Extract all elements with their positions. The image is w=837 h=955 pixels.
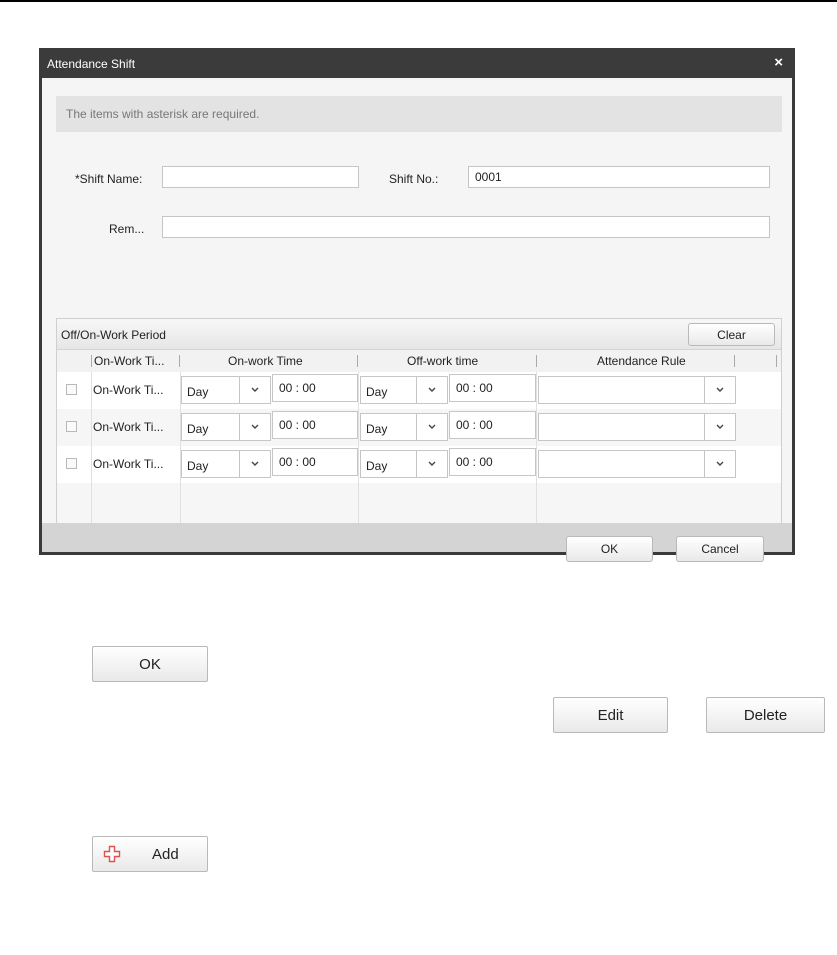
- work-period-header: Off/On-Work Period Clear: [57, 319, 781, 350]
- on-day-select[interactable]: Day: [181, 376, 271, 404]
- dialog-ok-button[interactable]: OK: [566, 536, 653, 562]
- shift-no-input[interactable]: [468, 166, 770, 188]
- chevron-down-icon[interactable]: [704, 451, 735, 477]
- chevron-down-icon[interactable]: [239, 451, 270, 477]
- off-time-input[interactable]: 00 : 00: [449, 411, 536, 439]
- row-name: On-Work Ti...: [93, 383, 164, 397]
- dialog-body: The items with asterisk are required. *S…: [42, 78, 792, 562]
- column-on-work-name: On-Work Ti...: [94, 354, 165, 368]
- add-label: Add: [152, 846, 179, 863]
- dialog-title: Attendance Shift: [47, 57, 136, 71]
- chevron-down-icon[interactable]: [416, 451, 447, 477]
- work-period-title: Off/On-Work Period: [61, 328, 166, 342]
- column-off-work-time: Off-work time: [407, 354, 479, 368]
- remark-input[interactable]: [162, 216, 770, 238]
- ok-button[interactable]: OK: [92, 646, 208, 682]
- dialog-titlebar: Attendance Shift ×: [39, 48, 795, 78]
- chevron-down-icon[interactable]: [239, 414, 270, 440]
- table-row: On-Work Ti... Day 00 : 00 Day 00 : 00: [57, 409, 781, 447]
- on-time-input[interactable]: 00 : 00: [272, 448, 358, 476]
- row-name: On-Work Ti...: [93, 420, 164, 434]
- shift-name-input[interactable]: [162, 166, 359, 188]
- row-name: On-Work Ti...: [93, 457, 164, 471]
- off-day-select[interactable]: Day: [360, 413, 448, 441]
- shift-no-label: Shift No.:: [389, 172, 439, 186]
- off-day-select[interactable]: Day: [360, 376, 448, 404]
- close-icon[interactable]: ×: [774, 54, 783, 71]
- dialog-cancel-button[interactable]: Cancel: [676, 536, 764, 562]
- dialog-footer: OK Cancel: [42, 523, 792, 562]
- delete-button[interactable]: Delete: [706, 697, 825, 733]
- plus-icon: [103, 845, 121, 867]
- off-day-select[interactable]: Day: [360, 450, 448, 478]
- clear-button[interactable]: Clear: [688, 323, 775, 346]
- shift-name-label: *Shift Name:: [75, 172, 143, 186]
- column-on-work-time: On-work Time: [228, 354, 303, 368]
- add-button[interactable]: Add: [92, 836, 208, 872]
- edit-button[interactable]: Edit: [553, 697, 668, 733]
- attendance-rule-select[interactable]: [538, 376, 736, 404]
- chevron-down-icon[interactable]: [704, 377, 735, 403]
- off-time-input[interactable]: 00 : 00: [449, 374, 536, 402]
- row-checkbox[interactable]: [66, 458, 77, 469]
- remark-label: Rem...: [109, 222, 145, 236]
- table-row: On-Work Ti... Day 00 : 00 Day 00 : 00: [57, 446, 781, 484]
- attendance-rule-select[interactable]: [538, 413, 736, 441]
- row-checkbox[interactable]: [66, 421, 77, 432]
- attendance-shift-dialog: Attendance Shift × The items with asteri…: [39, 48, 795, 562]
- chevron-down-icon[interactable]: [704, 414, 735, 440]
- required-notice: The items with asterisk are required.: [56, 96, 782, 132]
- chevron-down-icon[interactable]: [416, 414, 447, 440]
- on-day-select[interactable]: Day: [181, 413, 271, 441]
- on-day-select[interactable]: Day: [181, 450, 271, 478]
- chevron-down-icon[interactable]: [416, 377, 447, 403]
- top-rule: [0, 0, 837, 2]
- chevron-down-icon[interactable]: [239, 377, 270, 403]
- row-checkbox[interactable]: [66, 384, 77, 395]
- on-time-input[interactable]: 00 : 00: [272, 411, 358, 439]
- off-time-input[interactable]: 00 : 00: [449, 448, 536, 476]
- on-time-input[interactable]: 00 : 00: [272, 374, 358, 402]
- table-row: On-Work Ti... Day 00 : 00 Day 00 : 00: [57, 372, 781, 410]
- attendance-rule-select[interactable]: [538, 450, 736, 478]
- work-period-panel: Off/On-Work Period Clear On-Work Ti... O…: [56, 318, 782, 533]
- period-column-header: On-Work Ti... On-work Time Off-work time…: [57, 350, 781, 373]
- column-attendance-rule: Attendance Rule: [597, 354, 686, 368]
